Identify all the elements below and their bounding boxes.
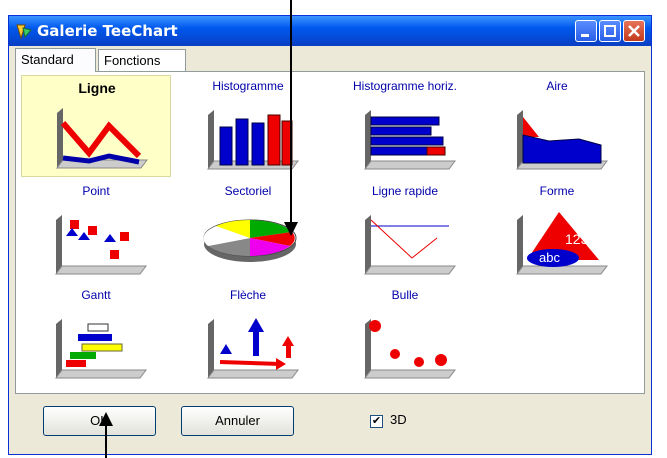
- area-chart-icon: [516, 110, 608, 170]
- gallery-item-label: Gantt: [81, 288, 111, 302]
- teechart-app-icon: [16, 24, 32, 40]
- gallery-item-point[interactable]: Point: [21, 180, 171, 282]
- close-button[interactable]: [623, 20, 645, 42]
- gallery-item-label: Flèche: [229, 288, 267, 302]
- gallery-item-forme[interactable]: Forme 123 abc: [482, 180, 632, 282]
- maximize-button[interactable]: [599, 20, 621, 42]
- gallery-item-aire[interactable]: Aire: [482, 75, 632, 177]
- gallery-item-label: Sectoriel: [224, 184, 272, 198]
- tab-standard[interactable]: Standard: [15, 48, 96, 72]
- gallery-item-label: Ligne rapide: [371, 184, 439, 198]
- minimize-icon: [581, 34, 589, 37]
- gallery-item-label: Point: [82, 184, 110, 198]
- close-icon: [628, 25, 640, 37]
- gallery-item-label: Bulle: [391, 288, 419, 302]
- shape-text-abc: abc: [539, 250, 560, 265]
- gallery-item-label: Histogramme horiz.: [352, 79, 458, 93]
- gallery-item-gantt[interactable]: Gantt: [21, 284, 171, 386]
- shape-chart-icon: 123 abc: [516, 212, 608, 275]
- maximize-icon: [604, 25, 616, 37]
- gallery-item-label: Histogramme: [212, 79, 284, 93]
- arrow-chart-icon: [207, 318, 299, 379]
- title-bar[interactable]: Galerie TeeChart: [9, 16, 651, 46]
- gallery-item-bulle[interactable]: Bulle: [330, 284, 480, 386]
- horizontal-bar-chart-icon: [364, 110, 456, 170]
- gallery-item-ligne-rapide[interactable]: Ligne rapide: [330, 180, 480, 282]
- minimize-button[interactable]: [575, 20, 597, 42]
- tab-fonctions[interactable]: Fonctions: [98, 49, 186, 71]
- gallery-item-histogramme-horiz[interactable]: Histogramme horiz.: [330, 75, 480, 177]
- gallery-item-histogramme[interactable]: Histogramme: [173, 75, 323, 177]
- gallery-dialog: Galerie TeeChart Standard Fonctions Lign…: [8, 15, 652, 455]
- bubble-chart-icon: [364, 319, 456, 379]
- gallery-item-sectoriel[interactable]: Sectoriel: [173, 180, 323, 282]
- gallery-item-label: Forme: [539, 184, 575, 198]
- shape-text-123: 123: [565, 231, 589, 247]
- annotation-arrow-down-icon: [284, 0, 298, 236]
- line-chart-icon: [56, 108, 148, 169]
- gallery-item-fleche[interactable]: Flèche: [173, 284, 323, 386]
- fast-line-chart-icon: [364, 215, 456, 275]
- gallery-item-label: Aire: [546, 79, 568, 93]
- point-chart-icon: [55, 215, 147, 275]
- gallery-item-label: Ligne: [78, 80, 116, 96]
- window-title: Galerie TeeChart: [37, 22, 178, 40]
- 3d-checkbox-label[interactable]: 3D: [390, 412, 407, 427]
- annotation-arrow-up-icon: [99, 412, 113, 458]
- gantt-chart-icon: [55, 319, 147, 379]
- 3d-checkbox[interactable]: ✔: [370, 415, 383, 428]
- gallery-item-ligne[interactable]: Ligne: [21, 75, 171, 177]
- gallery-panel: Ligne Histogramme Histogramme horiz. Air…: [15, 71, 645, 394]
- cancel-button[interactable]: Annuler: [181, 406, 294, 436]
